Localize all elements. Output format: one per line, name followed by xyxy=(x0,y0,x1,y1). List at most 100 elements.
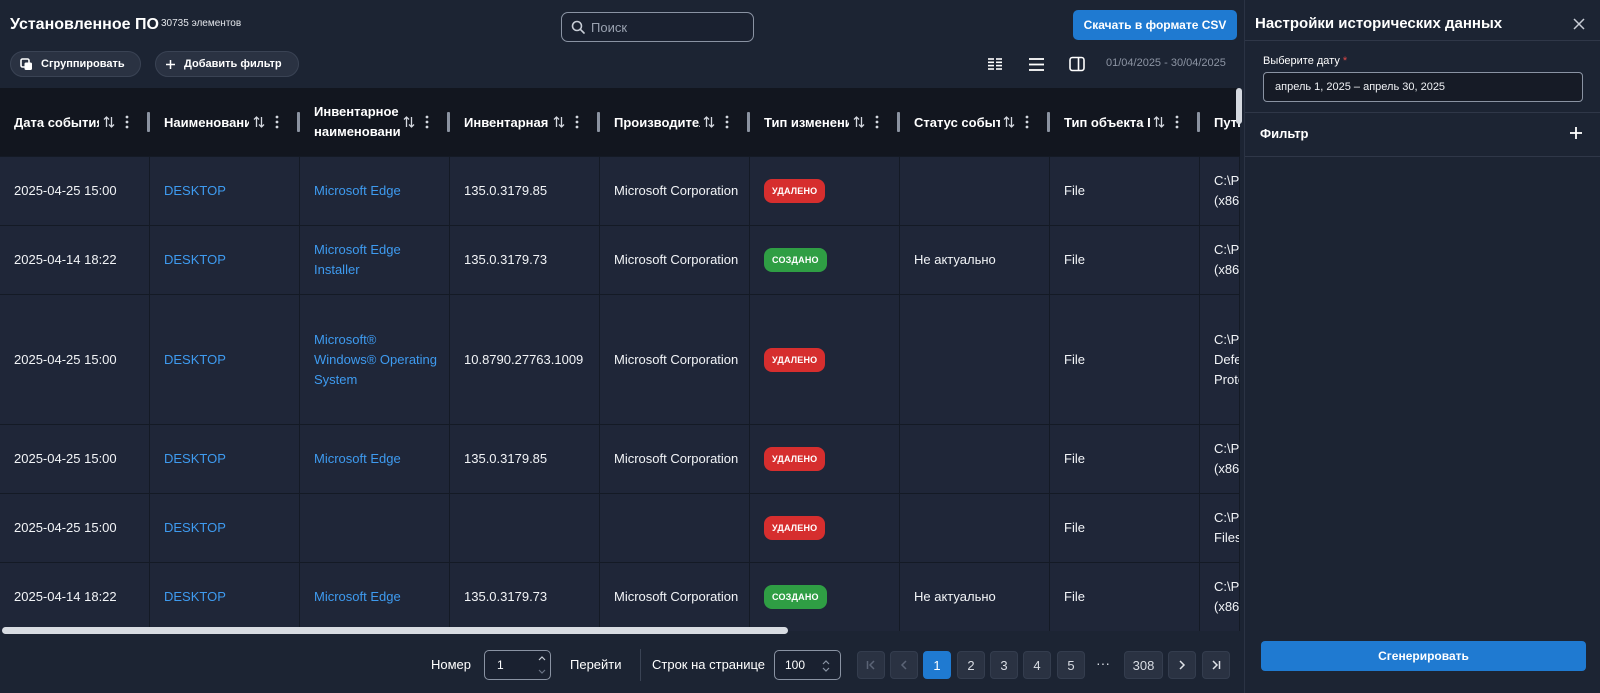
next-page-button[interactable] xyxy=(1168,651,1196,679)
panel-divider xyxy=(1245,156,1600,157)
stepper-icon[interactable] xyxy=(538,655,546,675)
sort-icon[interactable] xyxy=(853,115,865,129)
cell-path: C:\Pr Defe Prote xyxy=(1200,295,1240,424)
cell-vendor: Microsoft Corporation xyxy=(600,226,750,294)
sort-icon[interactable] xyxy=(403,115,415,129)
cell-vendor xyxy=(600,494,750,562)
cell-inventory-name-link[interactable]: Microsoft Edge xyxy=(300,425,450,493)
cell-inventory-name-link[interactable]: Microsoft Edge xyxy=(300,157,450,225)
status-badge: УДАЛЕНО xyxy=(764,447,826,471)
sort-icon[interactable] xyxy=(1003,115,1015,129)
kebab-menu-icon[interactable] xyxy=(425,115,429,129)
cell-inventory-name-link[interactable]: Microsoft® Windows® Operating System xyxy=(300,295,450,424)
required-mark: * xyxy=(1342,55,1348,67)
go-to-page-button[interactable]: Перейти xyxy=(570,657,622,672)
kebab-menu-icon[interactable] xyxy=(275,115,279,129)
horizontal-scrollbar[interactable] xyxy=(2,627,788,634)
column-header-event-status[interactable]: Статус событи xyxy=(900,88,1050,156)
sort-icon[interactable] xyxy=(103,115,115,129)
column-header-inventory-name[interactable]: Инвентарное наименовани xyxy=(300,88,450,156)
table-row[interactable]: 2025-04-14 18:22 DESKTOP Microsoft Edge … xyxy=(0,562,1240,631)
column-header-path[interactable]: Путь xyxy=(1200,88,1240,156)
sort-icon[interactable] xyxy=(253,115,265,129)
cell-path: C:\Pr (x86 xyxy=(1200,563,1240,631)
cell-inventory-version: 135.0.3179.85 xyxy=(450,157,600,225)
column-header-event-date[interactable]: Дата события xyxy=(0,88,150,156)
close-icon[interactable] xyxy=(1572,17,1586,31)
pagination-ellipsis: ··· xyxy=(1096,655,1110,671)
page-button-3[interactable]: 3 xyxy=(990,651,1018,679)
date-field-label-text: Выберите дату xyxy=(1263,55,1340,67)
search-input[interactable] xyxy=(591,19,741,35)
page-button-2[interactable]: 2 xyxy=(957,651,985,679)
kebab-menu-icon[interactable] xyxy=(725,115,729,129)
page-button-4[interactable]: 4 xyxy=(1023,651,1051,679)
sort-icon[interactable] xyxy=(703,115,715,129)
vertical-scrollbar[interactable] xyxy=(1236,88,1242,124)
table-row[interactable]: 2025-04-25 15:00 DESKTOP Microsoft® Wind… xyxy=(0,294,1240,424)
table-row[interactable]: 2025-04-25 15:00 DESKTOP УДАЛЕНО File C:… xyxy=(0,493,1240,562)
chevron-updown-icon xyxy=(822,660,830,672)
page-number-input[interactable]: 1 xyxy=(484,650,551,680)
rows-per-page-select[interactable]: 100 xyxy=(774,650,841,680)
page-button-1[interactable]: 1 xyxy=(923,651,951,679)
cell-object-type: File xyxy=(1050,425,1200,493)
plus-icon[interactable] xyxy=(1569,126,1583,140)
column-header-inventory-version[interactable]: Инвентарная xyxy=(450,88,600,156)
generate-button[interactable]: Сгенерировать xyxy=(1261,641,1586,671)
cell-inventory-name-link[interactable]: Microsoft Edge Installer xyxy=(300,226,450,294)
column-header-object-type[interactable]: Тип объекта Г xyxy=(1050,88,1200,156)
sort-icon[interactable] xyxy=(1153,115,1165,129)
group-button[interactable]: Сгруппировать xyxy=(10,51,141,77)
last-page-icon xyxy=(1212,660,1221,670)
status-badge: УДАЛЕНО xyxy=(764,347,826,372)
page-title: Установленное ПО xyxy=(10,16,159,33)
table-row[interactable]: 2025-04-14 18:22 DESKTOP Microsoft Edge … xyxy=(0,225,1240,294)
kebab-menu-icon[interactable] xyxy=(1175,115,1179,129)
kebab-menu-icon[interactable] xyxy=(875,115,879,129)
cell-change-type: СОЗДАНО xyxy=(750,563,900,631)
page-button-last[interactable]: 308 xyxy=(1124,651,1163,679)
cell-name-link[interactable]: DESKTOP xyxy=(150,226,300,294)
historical-data-settings-panel: Настройки исторических данных Выберите д… xyxy=(1244,0,1600,693)
prev-page-button[interactable] xyxy=(890,651,918,679)
item-count: 30735 элементов xyxy=(161,18,242,29)
cell-path: C:\Pr (x86 xyxy=(1200,226,1240,294)
date-range-label: 01/04/2025 - 30/04/2025 xyxy=(1106,57,1226,69)
cell-inventory-version: 10.8790.27763.1009 xyxy=(450,295,600,424)
kebab-menu-icon[interactable] xyxy=(1025,115,1029,129)
list-view-icon[interactable] xyxy=(1026,54,1046,74)
date-range-field[interactable]: апрель 1, 2025 – апрель 30, 2025 xyxy=(1263,72,1583,102)
cell-inventory-name-link[interactable] xyxy=(300,494,450,562)
cell-event-status: Не актуально xyxy=(900,226,1050,294)
panel-divider xyxy=(1245,112,1600,113)
search-box[interactable] xyxy=(561,12,754,42)
kebab-menu-icon[interactable] xyxy=(575,115,579,129)
cell-name-link[interactable]: DESKTOP xyxy=(150,494,300,562)
cell-name-link[interactable]: DESKTOP xyxy=(150,157,300,225)
table-row[interactable]: 2025-04-25 15:00 DESKTOP Microsoft Edge … xyxy=(0,424,1240,493)
download-csv-button[interactable]: Скачать в формате CSV xyxy=(1073,10,1237,40)
column-header-vendor[interactable]: Производител xyxy=(600,88,750,156)
cell-name-link[interactable]: DESKTOP xyxy=(150,563,300,631)
cell-inventory-name-link[interactable]: Microsoft Edge xyxy=(300,563,450,631)
column-header-change-type[interactable]: Тип изменени xyxy=(750,88,900,156)
sort-icon[interactable] xyxy=(553,115,565,129)
first-page-button[interactable] xyxy=(857,651,885,679)
rows-per-page-value: 100 xyxy=(785,658,806,672)
page-button-5[interactable]: 5 xyxy=(1057,651,1085,679)
cell-name-link[interactable]: DESKTOP xyxy=(150,425,300,493)
filter-section-label: Фильтр xyxy=(1260,126,1309,141)
column-header-name[interactable]: Наименовани xyxy=(150,88,300,156)
cell-inventory-version: 135.0.3179.73 xyxy=(450,563,600,631)
add-filter-label: Добавить фильтр xyxy=(184,58,282,70)
columns-view-icon[interactable] xyxy=(985,54,1005,74)
table-row[interactable]: 2025-04-25 15:00 DESKTOP Microsoft Edge … xyxy=(0,156,1240,225)
last-page-button[interactable] xyxy=(1202,651,1230,679)
kebab-menu-icon[interactable] xyxy=(125,115,129,129)
add-filter-button[interactable]: Добавить фильтр xyxy=(155,51,299,77)
page-number-label: Номер xyxy=(431,657,472,672)
panel-view-icon[interactable] xyxy=(1067,54,1087,74)
cell-name-link[interactable]: DESKTOP xyxy=(150,295,300,424)
cell-path: C:\Pr Files xyxy=(1200,494,1240,562)
